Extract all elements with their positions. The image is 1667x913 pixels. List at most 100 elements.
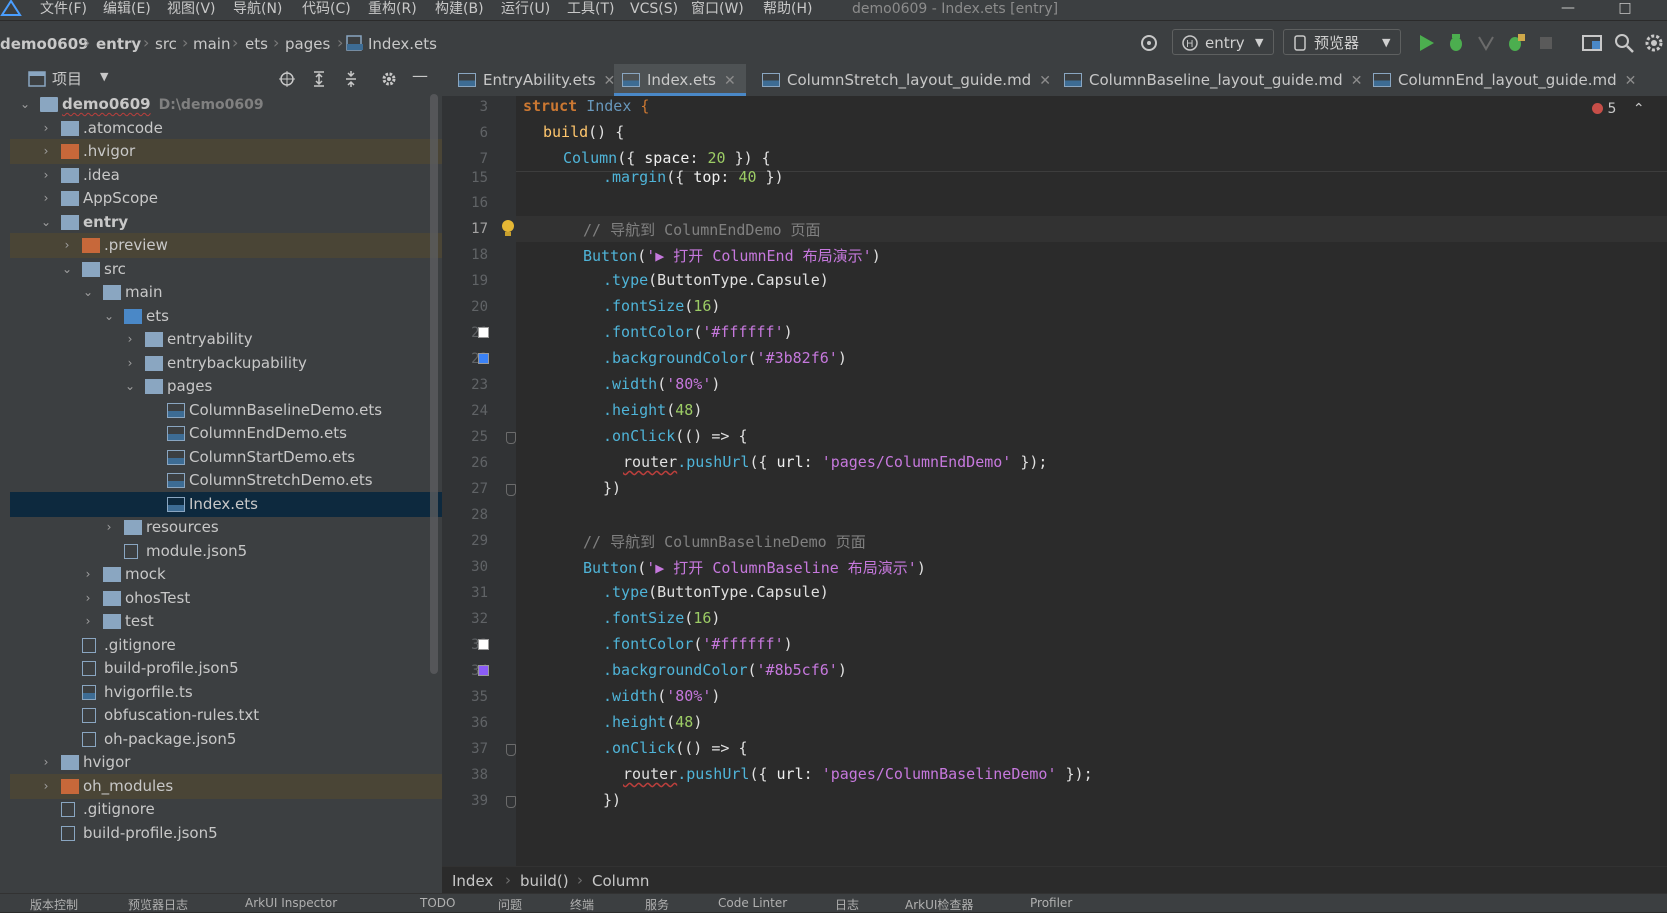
menu-refactor[interactable]: 重构(R) bbox=[368, 0, 417, 20]
tree-item-root[interactable]: ⌄ demo0609 D:\demo0609 bbox=[10, 92, 442, 117]
profile-icon[interactable] bbox=[1474, 31, 1498, 55]
tree-item[interactable]: hvigorfile.ts bbox=[10, 680, 442, 705]
tree-item[interactable]: › oh_modules bbox=[10, 774, 442, 799]
chevron-down-icon[interactable]: ⌄ bbox=[123, 374, 137, 399]
chevron-right-icon[interactable]: › bbox=[39, 163, 53, 188]
color-swatch-white[interactable] bbox=[478, 639, 489, 650]
tool-log[interactable]: 日志 bbox=[835, 896, 859, 913]
maximize-icon[interactable]: □ bbox=[1610, 0, 1640, 20]
chevron-right-icon[interactable]: › bbox=[81, 586, 95, 611]
run-icon[interactable] bbox=[1414, 31, 1438, 55]
chevron-down-icon[interactable]: ▼ bbox=[100, 70, 108, 83]
chevron-right-icon[interactable]: › bbox=[39, 774, 53, 799]
menu-edit[interactable]: 编辑(E) bbox=[103, 0, 151, 20]
device-manager-icon[interactable] bbox=[1580, 31, 1604, 55]
tab-columnend-guide[interactable]: ColumnEnd_layout_guide.md ✕ bbox=[1367, 64, 1642, 96]
menu-vcs[interactable]: VCS(S) bbox=[630, 0, 678, 20]
tool-arkui-inspector[interactable]: ArkUI Inspector bbox=[245, 896, 337, 910]
tree-item[interactable]: › entryability bbox=[10, 327, 442, 352]
menu-help[interactable]: 帮助(H) bbox=[763, 0, 812, 20]
chevron-right-icon[interactable]: › bbox=[39, 116, 53, 141]
menu-file[interactable]: 文件(F) bbox=[40, 0, 87, 20]
menu-code[interactable]: 代码(C) bbox=[302, 0, 351, 20]
tree-item[interactable]: ⌄ entry bbox=[10, 210, 442, 235]
breadcrumb-ets[interactable]: ets bbox=[245, 35, 268, 53]
fold-icon[interactable] bbox=[506, 796, 516, 808]
fold-icon[interactable] bbox=[506, 432, 516, 444]
chevron-down-icon[interactable]: ⌄ bbox=[102, 304, 116, 329]
menu-tools[interactable]: 工具(T) bbox=[567, 0, 614, 20]
tree-item[interactable]: › test bbox=[10, 609, 442, 634]
menu-view[interactable]: 视图(V) bbox=[167, 0, 216, 20]
editor-crumb-method[interactable]: build() bbox=[520, 872, 569, 890]
tree-item[interactable]: ColumnStartDemo.ets bbox=[10, 445, 442, 470]
tree-item[interactable]: › resources bbox=[10, 515, 442, 540]
tool-arkui-checker[interactable]: ArkUI检查器 bbox=[905, 896, 973, 913]
tree-item[interactable]: ⌄ pages bbox=[10, 374, 442, 399]
chevron-up-icon[interactable]: ⌃ bbox=[1633, 101, 1645, 117]
menu-window[interactable]: 窗口(W) bbox=[691, 0, 744, 20]
lightbulb-icon[interactable] bbox=[500, 218, 516, 238]
chevron-right-icon[interactable]: › bbox=[81, 562, 95, 587]
tree-item[interactable]: ColumnEndDemo.ets bbox=[10, 421, 442, 446]
search-icon[interactable] bbox=[1612, 31, 1636, 55]
tool-profiler[interactable]: Profiler bbox=[1030, 896, 1072, 910]
tree-item[interactable]: › .atomcode bbox=[10, 116, 442, 141]
breadcrumb-pages[interactable]: pages bbox=[285, 35, 330, 53]
tree-item-selected[interactable]: Index.ets bbox=[10, 492, 442, 517]
tree-item[interactable]: oh-package.json5 bbox=[10, 727, 442, 752]
target-icon[interactable] bbox=[1137, 31, 1161, 55]
chevron-right-icon[interactable]: › bbox=[39, 750, 53, 775]
chevron-right-icon[interactable]: › bbox=[39, 186, 53, 211]
tool-services[interactable]: 服务 bbox=[645, 896, 669, 913]
fold-icon[interactable] bbox=[506, 744, 516, 756]
tree-item[interactable]: obfuscation-rules.txt bbox=[10, 703, 442, 728]
chevron-down-icon[interactable]: ⌄ bbox=[18, 92, 32, 117]
tool-problems[interactable]: 问题 bbox=[498, 896, 522, 913]
color-swatch-blue[interactable] bbox=[478, 353, 489, 364]
chevron-down-icon[interactable]: ⌄ bbox=[81, 280, 95, 305]
tree-item[interactable]: › entrybackupability bbox=[10, 351, 442, 376]
tab-columnstretch-guide[interactable]: ColumnStretch_layout_guide.md ✕ bbox=[756, 64, 1057, 96]
color-swatch-white[interactable] bbox=[478, 327, 489, 338]
color-swatch-purple[interactable] bbox=[478, 665, 489, 676]
tree-item[interactable]: module.json5 bbox=[10, 539, 442, 564]
tree-item[interactable]: .gitignore bbox=[10, 797, 442, 822]
tree-item[interactable]: ⌄ main bbox=[10, 280, 442, 305]
tree-item[interactable]: › .idea bbox=[10, 163, 442, 188]
attach-debugger-icon[interactable] bbox=[1504, 31, 1528, 55]
tool-code-linter[interactable]: Code Linter bbox=[718, 896, 787, 910]
menu-run[interactable]: 运行(U) bbox=[501, 0, 550, 20]
tree-item[interactable]: ColumnStretchDemo.ets bbox=[10, 468, 442, 493]
menu-navigate[interactable]: 导航(N) bbox=[233, 0, 282, 20]
code-editor[interactable]: 3 6 7 struct Index { build() { Column({ … bbox=[442, 96, 1667, 866]
debug-icon[interactable] bbox=[1444, 31, 1468, 55]
tree-item[interactable]: › .preview bbox=[10, 233, 442, 258]
breadcrumb-main[interactable]: main bbox=[193, 35, 230, 53]
tree-item[interactable]: ⌄ ets bbox=[10, 304, 442, 329]
gear-icon[interactable] bbox=[380, 70, 398, 88]
tool-terminal[interactable]: 终端 bbox=[570, 896, 594, 913]
close-icon[interactable]: ✕ bbox=[1039, 73, 1051, 89]
close-icon[interactable]: ✕ bbox=[1351, 73, 1363, 89]
tool-todo[interactable]: TODO bbox=[420, 896, 455, 910]
hide-panel-icon[interactable]: — bbox=[412, 66, 428, 85]
breadcrumb-project[interactable]: demo0609 bbox=[0, 35, 89, 53]
locate-file-icon[interactable] bbox=[278, 70, 296, 88]
tree-item[interactable]: ⌄ src bbox=[10, 257, 442, 282]
chevron-down-icon[interactable]: ⌄ bbox=[60, 257, 74, 282]
chevron-right-icon[interactable]: › bbox=[39, 139, 53, 164]
tab-entryability[interactable]: EntryAbility.ets ✕ bbox=[452, 64, 621, 96]
settings-icon[interactable] bbox=[1642, 31, 1666, 55]
chevron-right-icon[interactable]: › bbox=[60, 233, 74, 258]
chevron-right-icon[interactable]: › bbox=[123, 351, 137, 376]
tool-version-control[interactable]: 版本控制 bbox=[30, 896, 78, 913]
tool-previewer-log[interactable]: 预览器日志 bbox=[128, 896, 188, 913]
breadcrumb-module[interactable]: entry bbox=[96, 35, 141, 53]
collapse-all-icon[interactable] bbox=[342, 70, 360, 88]
project-scrollbar[interactable] bbox=[430, 94, 438, 674]
tab-index[interactable]: Index.ets ✕ bbox=[614, 64, 746, 96]
fold-icon[interactable] bbox=[506, 484, 516, 496]
tree-item[interactable]: › AppScope bbox=[10, 186, 442, 211]
previewer-dropdown[interactable]: 预览器 ▼ bbox=[1283, 29, 1401, 55]
